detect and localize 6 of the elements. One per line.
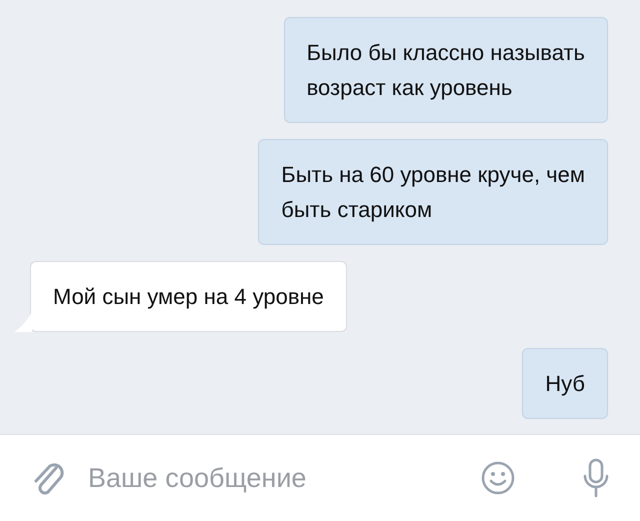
- outgoing-message: Было бы классно называть возраст как уровень: [284, 17, 608, 123]
- outgoing-message: Быть на 60 уровне круче, чем быть стариком: [258, 139, 608, 245]
- smiley-icon[interactable]: [480, 460, 516, 496]
- outgoing-message: Нуб: [522, 348, 608, 419]
- message-input[interactable]: Ваше сообщение: [86, 462, 460, 494]
- bubble-tail: [14, 312, 32, 332]
